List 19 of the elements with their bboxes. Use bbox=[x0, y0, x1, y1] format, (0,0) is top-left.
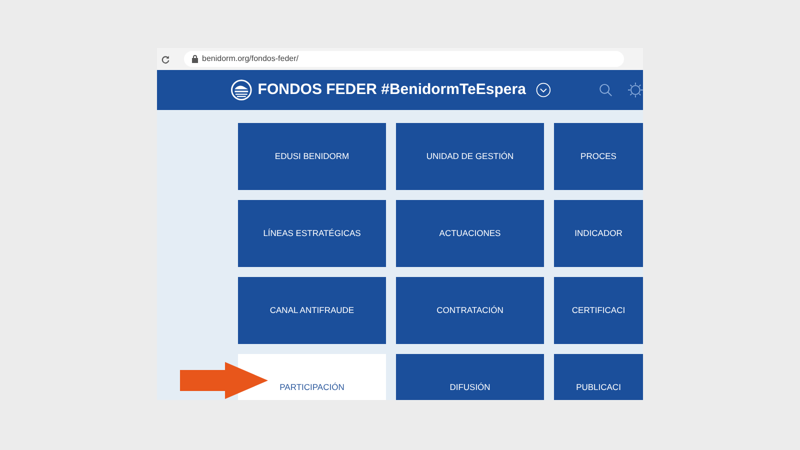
menu-tile[interactable]: EDUSI BENIDORM bbox=[238, 123, 386, 190]
menu-tile[interactable]: LÍNEAS ESTRATÉGICAS bbox=[238, 200, 386, 267]
reload-icon[interactable] bbox=[161, 54, 170, 64]
menu-tile[interactable]: CANAL ANTIFRAUDE bbox=[238, 277, 386, 344]
menu-tile[interactable]: DIFUSIÓN bbox=[396, 354, 544, 400]
menu-tile[interactable]: PUBLICACI bbox=[554, 354, 643, 400]
search-icon[interactable] bbox=[598, 81, 612, 99]
lock-icon bbox=[192, 55, 198, 63]
menu-tile[interactable]: ACTUACIONES bbox=[396, 200, 544, 267]
menu-tile[interactable]: CONTRATACIÓN bbox=[396, 277, 544, 344]
menu-tile[interactable]: PARTICIPACIÓN bbox=[238, 354, 386, 400]
sun-icon[interactable] bbox=[628, 80, 643, 100]
menu-tile[interactable]: INDICADOR bbox=[554, 200, 643, 267]
menu-tile[interactable]: UNIDAD DE GESTIÓN bbox=[396, 123, 544, 190]
menu-tile[interactable]: CERTIFICACI bbox=[554, 277, 643, 344]
site-title[interactable]: FONDOS FEDER #BenidormTeEspera bbox=[258, 78, 526, 102]
url-text[interactable]: benidorm.org/fondos-feder/ bbox=[202, 53, 298, 65]
chevron-down-icon[interactable] bbox=[536, 80, 551, 100]
menu-tile[interactable]: PROCES bbox=[554, 123, 643, 190]
